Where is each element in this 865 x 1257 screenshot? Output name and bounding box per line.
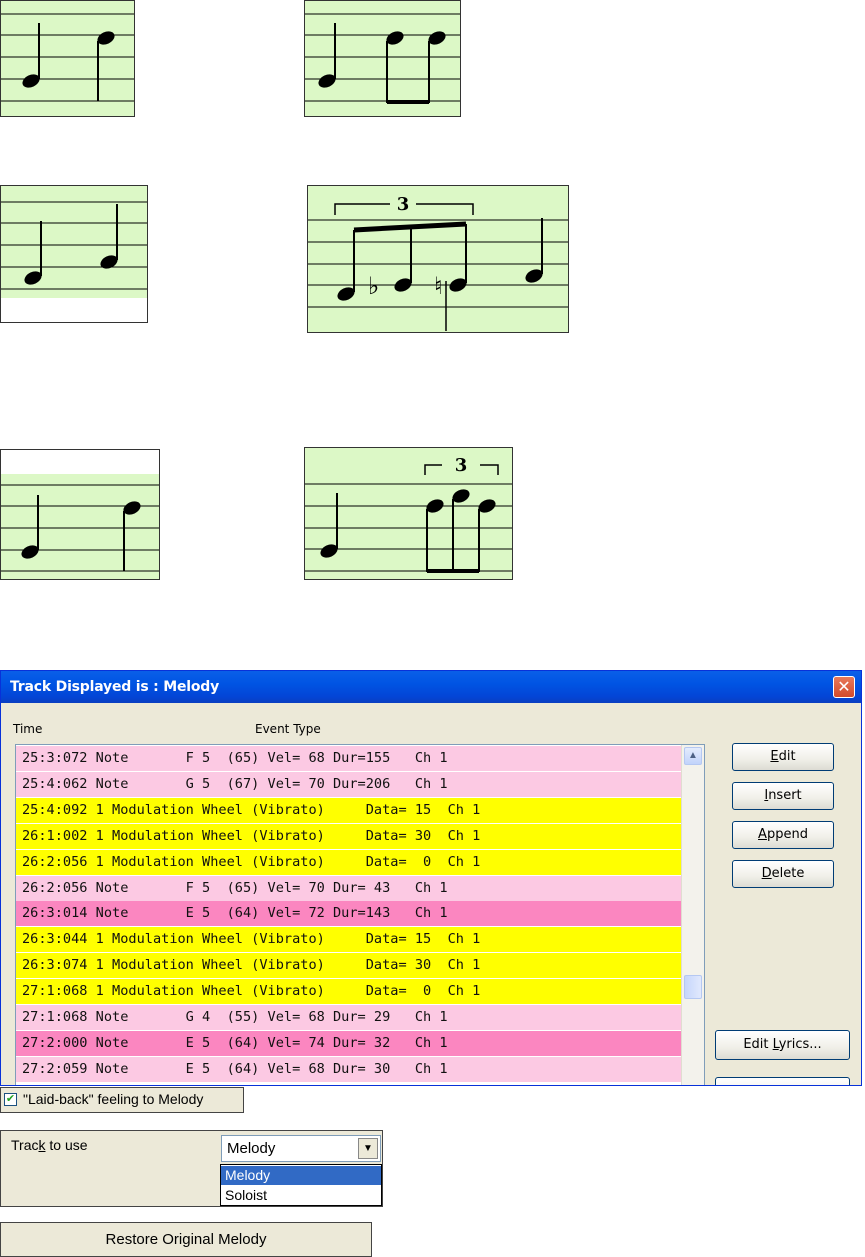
- notation-example-2: [304, 0, 461, 117]
- event-row[interactable]: 27:1:068 Note G 4 (55) Vel= 68 Dur= 29 C…: [16, 1005, 681, 1030]
- event-row-text: 26:2:056 1 Modulation Wheel (Vibrato) Da…: [22, 853, 481, 870]
- event-row-text: 26:3:074 1 Modulation Wheel (Vibrato) Da…: [22, 957, 481, 974]
- event-row-text: 25:4:062 Note G 5 (67) Vel= 70 Dur=206 C…: [22, 775, 448, 792]
- append-button[interactable]: Append: [732, 821, 834, 849]
- track-label-pre: Trac: [11, 1137, 39, 1153]
- event-row[interactable]: 26:1:002 1 Modulation Wheel (Vibrato) Da…: [16, 823, 681, 849]
- track-label-post: to use: [45, 1137, 88, 1153]
- track-option-melody[interactable]: Melody: [221, 1166, 381, 1185]
- track-dropdown-list: Melody Soloist: [220, 1164, 382, 1206]
- append-button-label-post: ppend: [766, 827, 808, 842]
- delete-button[interactable]: Delete: [732, 860, 834, 888]
- event-row-text: 25:3:072 Note F 5 (65) Vel= 68 Dur=155 C…: [22, 750, 448, 766]
- close-icon: ✕: [837, 677, 851, 696]
- track-to-use-label: Track to use: [11, 1137, 88, 1153]
- staff-svg: [305, 13, 460, 104]
- event-list[interactable]: 25:3:072 Note F 5 (65) Vel= 68 Dur=155 C…: [15, 744, 705, 1085]
- edit-button-accel: E: [770, 749, 779, 764]
- laidback-label: "Laid-back" feeling to Melody: [23, 1091, 204, 1107]
- laidback-checkbox[interactable]: ✔: [4, 1093, 17, 1106]
- notation-example-6: 3: [304, 447, 513, 580]
- restore-original-melody-button[interactable]: Restore Original Melody: [0, 1222, 372, 1257]
- insert-button-label-post: nsert: [768, 788, 802, 803]
- laidback-checkbox-row[interactable]: ✔ "Laid-back" feeling to Melody: [0, 1087, 244, 1113]
- delete-button-accel: D: [761, 866, 772, 881]
- edit-lyrics-label-pre: Edit: [743, 1037, 773, 1052]
- delete-button-label-post: elete: [771, 866, 805, 881]
- event-list-dialog: Track Displayed is : Melody ✕ Time Event…: [0, 670, 862, 1086]
- notation-example-1: [0, 0, 135, 117]
- edit-lyrics-button[interactable]: Edit Lyrics...: [715, 1030, 850, 1060]
- staff-svg: [1, 201, 147, 290]
- checkmark-icon: ✔: [5, 1093, 16, 1105]
- event-row-text: 27:1:068 Note G 4 (55) Vel= 68 Dur= 29 C…: [22, 1009, 448, 1025]
- event-row-text: 26:1:002 1 Modulation Wheel (Vibrato) Da…: [22, 827, 481, 844]
- scroll-thumb[interactable]: [684, 975, 702, 999]
- close-button[interactable]: ✕: [833, 676, 855, 698]
- event-row[interactable]: 27:1:068 1 Modulation Wheel (Vibrato) Da…: [16, 979, 681, 1005]
- column-header-event-type: Event Type: [255, 722, 321, 736]
- staff-svg: 3 ♭ ♮: [308, 194, 568, 331]
- track-select[interactable]: Melody ▼: [221, 1135, 381, 1162]
- track-to-use-panel: Track to use Melody ▼ Melody Soloist: [0, 1130, 383, 1207]
- staff-svg: [1, 13, 134, 102]
- scroll-up-arrow-icon[interactable]: ▲: [684, 747, 702, 765]
- append-button-accel: A: [758, 827, 767, 842]
- edit-lyrics-label-post: yrics...: [778, 1037, 822, 1052]
- track-option-soloist[interactable]: Soloist: [221, 1186, 381, 1205]
- edit-button-label-post: dit: [778, 749, 796, 764]
- event-row-text: 26:3:014 Note E 5 (64) Vel= 72 Dur=143 C…: [22, 905, 448, 922]
- notation-example-4: 3 ♭ ♮: [307, 185, 569, 333]
- staff-svg: 3: [305, 455, 512, 573]
- event-row[interactable]: 26:3:044 1 Modulation Wheel (Vibrato) Da…: [16, 927, 681, 953]
- triplet-mark: 3: [455, 455, 468, 476]
- event-row[interactable]: 25:4:062 Note G 5 (67) Vel= 70 Dur=206 C…: [16, 771, 681, 797]
- svg-text:♮: ♮: [434, 272, 443, 300]
- event-row[interactable]: 26:3:014 Note E 5 (64) Vel= 72 Dur=143 C…: [16, 901, 681, 927]
- event-row-text: 26:2:056 Note F 5 (65) Vel= 70 Dur= 43 C…: [22, 879, 448, 896]
- staff-svg: [1, 484, 159, 572]
- event-row[interactable]: 26:3:074 1 Modulation Wheel (Vibrato) Da…: [16, 953, 681, 979]
- event-row[interactable]: 25:3:072 Note F 5 (65) Vel= 68 Dur=155 C…: [16, 746, 681, 771]
- triplet-mark: 3: [397, 194, 410, 215]
- edit-button[interactable]: Edit: [732, 743, 834, 771]
- column-header-time: Time: [13, 722, 43, 736]
- event-row[interactable]: 27:2:059 Note E 5 (64) Vel= 68 Dur= 30 C…: [16, 1056, 681, 1082]
- event-row[interactable]: 27:2:000 Note E 5 (64) Vel= 74 Dur= 32 C…: [16, 1030, 681, 1056]
- insert-button[interactable]: Insert: [732, 782, 834, 810]
- event-row-text: 27:1:068 1 Modulation Wheel (Vibrato) Da…: [22, 983, 481, 1000]
- notation-example-3: [0, 185, 148, 323]
- partial-button[interactable]: [715, 1077, 850, 1085]
- event-row[interactable]: 26:2:056 Note F 5 (65) Vel= 70 Dur= 43 C…: [16, 875, 681, 901]
- notation-example-5: [0, 449, 160, 580]
- dropdown-arrow-icon[interactable]: ▼: [358, 1138, 378, 1159]
- event-row-text: 26:3:044 1 Modulation Wheel (Vibrato) Da…: [22, 931, 481, 948]
- event-row[interactable]: 25:4:092 1 Modulation Wheel (Vibrato) Da…: [16, 797, 681, 823]
- dialog-title: Track Displayed is : Melody: [10, 679, 220, 695]
- track-select-value: Melody: [227, 1140, 276, 1157]
- event-row[interactable]: 26:2:056 1 Modulation Wheel (Vibrato) Da…: [16, 849, 681, 875]
- title-bar[interactable]: Track Displayed is : Melody ✕: [1, 671, 861, 703]
- event-row-text: 25:4:092 1 Modulation Wheel (Vibrato) Da…: [22, 801, 481, 818]
- vertical-scrollbar[interactable]: ▲: [681, 745, 704, 1085]
- event-row-text: 27:2:059 Note E 5 (64) Vel= 68 Dur= 30 C…: [22, 1060, 448, 1077]
- event-row-text: 27:2:000 Note E 5 (64) Vel= 74 Dur= 32 C…: [22, 1034, 448, 1051]
- svg-text:♭: ♭: [368, 272, 379, 300]
